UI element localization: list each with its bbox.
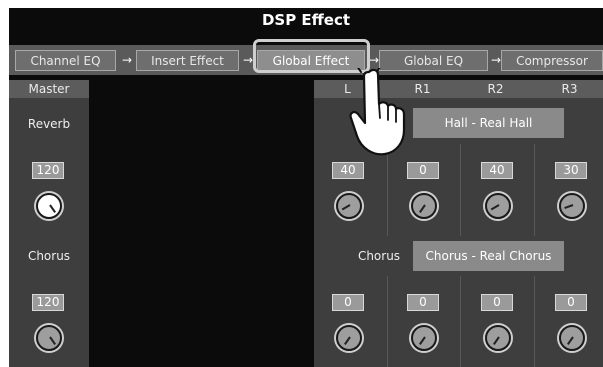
reverb-knob-l[interactable] (336, 193, 362, 219)
chorus-type-select[interactable]: Chorus - Real Chorus (413, 241, 564, 271)
column-header-r2: R2 (487, 82, 504, 96)
column-divider (460, 276, 461, 367)
reverb-value-r3[interactable]: 30 (555, 162, 587, 179)
reverb-knob-r2[interactable] (485, 193, 511, 219)
right-arrow-icon: → (369, 53, 380, 67)
chorus-value-r1[interactable]: 0 (407, 294, 439, 311)
master-chorus-label: Chorus (27, 249, 71, 263)
master-reverb-value[interactable]: 120 (32, 162, 64, 179)
tab-channel-eq[interactable]: Channel EQ (15, 50, 116, 71)
chorus-knob-r1[interactable] (411, 325, 437, 351)
master-header: Master (9, 80, 89, 98)
chorus-knob-r3[interactable] (559, 325, 585, 351)
chorus-knob-l[interactable] (336, 325, 362, 351)
tab-insert-effect[interactable]: Insert Effect (136, 50, 239, 71)
chorus-knob-r2[interactable] (485, 325, 511, 351)
right-arrow-icon: → (122, 53, 133, 67)
chorus-value-r2[interactable]: 0 (481, 294, 513, 311)
reverb-type-select[interactable]: Hall - Real Hall (413, 108, 564, 138)
column-header-r3: R3 (561, 82, 578, 96)
tab-compressor[interactable]: Compressor (501, 50, 603, 71)
column-divider (460, 144, 461, 236)
reverb-value-l[interactable]: 40 (332, 162, 364, 179)
column-divider (534, 276, 535, 367)
dsp-effect-screen: DSP Effect Channel EQ → Insert Effect → … (9, 8, 603, 367)
column-divider (534, 144, 535, 236)
right-arrow-icon: → (243, 53, 254, 67)
master-chorus-knob[interactable] (36, 325, 62, 351)
chorus-value-l[interactable]: 0 (332, 294, 364, 311)
reverb-value-r1[interactable]: 0 (407, 162, 439, 179)
reverb-label: Reverb (27, 117, 71, 131)
pointing-hand-icon (349, 68, 406, 156)
master-reverb-knob[interactable] (36, 193, 62, 219)
master-chorus-value[interactable]: 120 (32, 294, 64, 311)
reverb-knob-r1[interactable] (411, 193, 437, 219)
right-arrow-icon: → (491, 53, 502, 67)
column-divider (387, 276, 388, 367)
chorus-value-r3[interactable]: 0 (555, 294, 587, 311)
reverb-value-r2[interactable]: 40 (481, 162, 513, 179)
chorus-label: Chorus (357, 249, 401, 263)
window-title: DSP Effect (261, 11, 351, 29)
reverb-knob-r3[interactable] (559, 193, 585, 219)
